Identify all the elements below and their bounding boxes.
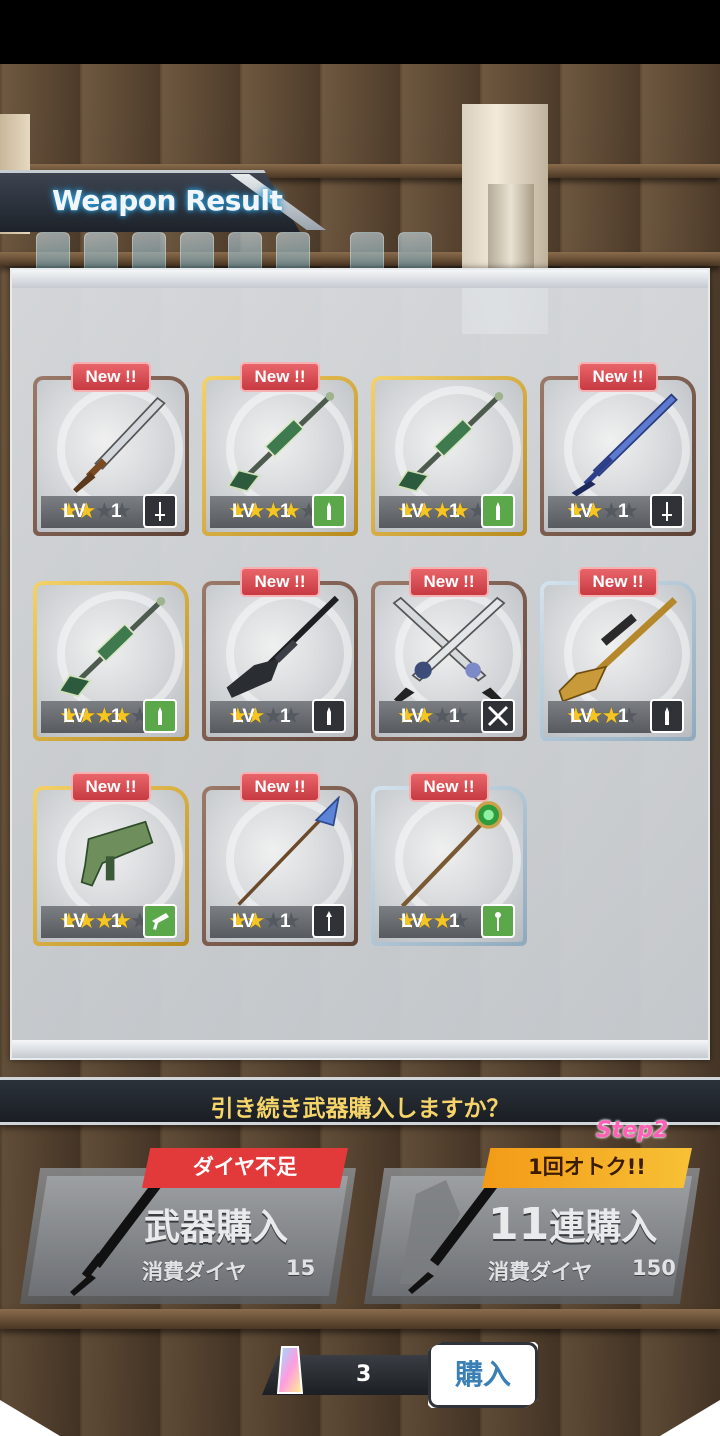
- level-label: LV: [232, 706, 255, 727]
- weapon-card[interactable]: New !! ★★★★ LV 1: [371, 772, 527, 946]
- weapon-card[interactable]: ★★★★★ LV 1: [33, 567, 189, 741]
- level-label: LV: [570, 501, 593, 522]
- level-value: 1: [280, 501, 291, 522]
- bullet-icon: [143, 699, 177, 733]
- star-icon: ★: [94, 704, 114, 729]
- bullet-icon: [312, 699, 346, 733]
- level-label: LV: [232, 911, 255, 932]
- weapon-card[interactable]: New !! ★★★★ LV 1: [540, 362, 696, 536]
- weapon-card[interactable]: New !! ★★★★★ LV 1: [33, 772, 189, 946]
- sniper-rifle-icon: [226, 392, 335, 493]
- ticket-icon: [276, 1346, 304, 1394]
- multi-buy-button[interactable]: 11連購入 消費ダイヤ 150: [364, 1168, 700, 1304]
- level-label: LV: [401, 501, 424, 522]
- level-value: 1: [111, 911, 122, 932]
- level-value: 1: [618, 706, 629, 727]
- level-value: 1: [280, 706, 291, 727]
- spear-icon: [237, 796, 340, 906]
- diamond-shortage-tag: ダイヤ不足: [142, 1148, 348, 1188]
- staff-type-icon: [481, 904, 515, 938]
- submachine-gun-icon: [80, 820, 154, 887]
- level-value: 1: [449, 501, 460, 522]
- weapon-card[interactable]: New !! ★★★★ LV 1: [202, 567, 358, 741]
- level-label: LV: [63, 706, 86, 727]
- smg-icon: [143, 904, 177, 938]
- single-buy-cost-label: 消費ダイヤ: [142, 1260, 247, 1284]
- star-icon: ★: [94, 909, 114, 934]
- level-label: LV: [570, 706, 593, 727]
- new-badge: New !!: [409, 772, 489, 802]
- single-buy-cost: 15: [286, 1256, 316, 1280]
- dual-swords-icon: [392, 596, 506, 703]
- multi-buy-count: 11: [488, 1199, 550, 1250]
- rifle-icon: [226, 595, 339, 698]
- multi-buy-cost-label: 消費ダイヤ: [488, 1260, 593, 1284]
- single-buy-button[interactable]: 武器購入 消費ダイヤ 15: [20, 1168, 356, 1304]
- melee-sword-icon: [650, 494, 684, 528]
- step-label: Step2: [596, 1118, 669, 1143]
- golden-rifle-icon: [558, 597, 678, 703]
- ticket-buy-button[interactable]: 購入: [428, 1342, 538, 1408]
- star-icon: ★: [601, 499, 621, 524]
- star-icon: ★: [432, 704, 452, 729]
- sword-icon: [571, 393, 678, 497]
- crossed-swords-icon: [481, 699, 515, 733]
- star-icon: ★: [263, 499, 283, 524]
- new-badge: New !!: [578, 362, 658, 392]
- multi-buy-text: 連購入: [549, 1207, 658, 1248]
- melee-sword-icon: [143, 494, 177, 528]
- level-label: LV: [232, 501, 255, 522]
- level-value: 1: [111, 501, 122, 522]
- level-label: LV: [401, 911, 424, 932]
- new-badge: New !!: [409, 567, 489, 597]
- sniper-rifle-icon: [57, 597, 166, 698]
- multi-buy-cost: 150: [632, 1256, 676, 1280]
- star-icon: ★: [432, 909, 452, 934]
- bullet-icon: [650, 699, 684, 733]
- new-badge: New !!: [71, 362, 151, 392]
- spear-type-icon: [312, 904, 346, 938]
- weapon-bundle-icon: [400, 1178, 500, 1294]
- status-bar: [0, 0, 720, 64]
- multi-buy-label: 11連購入: [488, 1198, 657, 1250]
- bullet-icon: [312, 494, 346, 528]
- level-value: 1: [111, 706, 122, 727]
- star-icon: ★: [601, 704, 621, 729]
- weapon-card[interactable]: New !! ★★★★ LV 1: [371, 567, 527, 741]
- bullet-icon: [481, 494, 515, 528]
- weapon-card[interactable]: New !! ★★★★★ LV 1: [202, 362, 358, 536]
- level-value: 1: [449, 706, 460, 727]
- star-icon: ★: [94, 499, 114, 524]
- new-badge: New !!: [240, 362, 320, 392]
- deal-tag: 1回オトク!!: [482, 1148, 692, 1188]
- weapon-card[interactable]: New !! ★★★★ LV 1: [202, 772, 358, 946]
- new-badge: New !!: [71, 772, 151, 802]
- new-badge: New !!: [240, 772, 320, 802]
- level-label: LV: [63, 911, 86, 932]
- title-banner: Weapon Result: [0, 170, 330, 234]
- new-badge: New !!: [578, 567, 658, 597]
- level-value: 1: [280, 911, 291, 932]
- staff-icon: [400, 801, 503, 908]
- star-icon: ★: [432, 499, 452, 524]
- single-buy-label: 武器購入: [144, 1207, 289, 1248]
- weapon-card[interactable]: New !! ★★★★ LV 1: [33, 362, 189, 536]
- page-title: Weapon Result: [52, 184, 283, 217]
- ticket-count: 3: [356, 1362, 372, 1387]
- level-label: LV: [63, 501, 86, 522]
- star-icon: ★: [263, 704, 283, 729]
- level-value: 1: [618, 501, 629, 522]
- weapon-card[interactable]: New !! ★★★★ LV 1: [540, 567, 696, 741]
- level-value: 1: [449, 911, 460, 932]
- weapon-card[interactable]: ★★★★★ LV 1: [371, 362, 527, 536]
- star-icon: ★: [263, 909, 283, 934]
- level-label: LV: [401, 706, 424, 727]
- new-badge: New !!: [240, 567, 320, 597]
- sniper-rifle-icon: [395, 392, 504, 493]
- dagger-icon: [73, 396, 166, 493]
